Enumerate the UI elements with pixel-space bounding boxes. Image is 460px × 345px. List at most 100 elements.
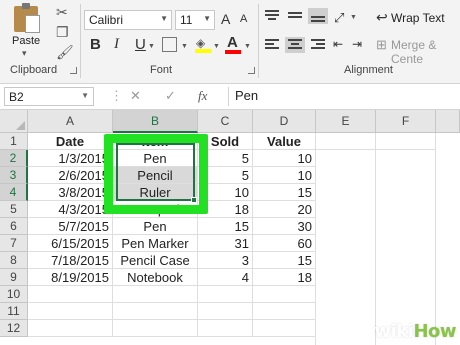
row-header-3[interactable]: 3 (0, 167, 28, 184)
cell-a1[interactable]: Date (28, 133, 113, 150)
row-header-10[interactable]: 10 (0, 286, 28, 303)
enter-icon[interactable]: ✓ (165, 88, 176, 104)
empty-cell[interactable] (198, 320, 253, 337)
font-size-select[interactable]: 11 ▼ (175, 10, 215, 30)
cell-e1[interactable] (316, 133, 376, 150)
cell-d3[interactable]: 10 (253, 167, 316, 184)
cell-d9[interactable]: 18 (253, 269, 316, 286)
align-center-icon[interactable] (285, 37, 305, 53)
cell-c6[interactable]: 15 (198, 218, 253, 235)
paste-button[interactable]: Paste (12, 35, 40, 47)
clipboard-launcher-icon[interactable] (70, 67, 77, 74)
row-header-4[interactable]: 4 (0, 184, 28, 201)
cell-b7[interactable]: Pen Marker (113, 235, 198, 252)
cell-d1[interactable]: Value (253, 133, 316, 150)
cell-a3[interactable]: 2/6/2015 (28, 167, 113, 184)
copy-icon[interactable]: ❐ (56, 24, 69, 41)
cell-d5[interactable]: 20 (253, 201, 316, 218)
cell-a4[interactable]: 3/8/2015 (28, 184, 113, 201)
column-header-g[interactable] (436, 110, 460, 133)
chevron-down-icon[interactable]: ▼ (244, 43, 251, 50)
cell-a5[interactable]: 4/3/2015 (28, 201, 113, 218)
chevron-down-icon[interactable]: ▼ (148, 43, 155, 50)
cut-icon[interactable]: ✂ (56, 4, 68, 21)
empty-cell[interactable] (198, 303, 253, 320)
row-header-8[interactable]: 8 (0, 252, 28, 269)
cell-b9[interactable]: Notebook (113, 269, 198, 286)
fill-color-icon[interactable]: ◈ (196, 36, 210, 50)
cell-a9[interactable]: 8/19/2015 (28, 269, 113, 286)
row-header-6[interactable]: 6 (0, 218, 28, 235)
format-painter-icon[interactable]: 🖌 (56, 44, 74, 61)
column-header-c[interactable]: C (198, 110, 253, 133)
chevron-down-icon[interactable]: ▼ (213, 43, 220, 50)
row-header-9[interactable]: 9 (0, 269, 28, 286)
orientation-icon[interactable]: ⤢ (334, 10, 344, 26)
font-launcher-icon[interactable] (248, 67, 255, 74)
column-header-b[interactable]: B (113, 110, 198, 133)
column-header-f[interactable]: F (376, 110, 436, 133)
cell-f1[interactable] (376, 133, 436, 150)
middle-align-icon[interactable] (285, 8, 305, 24)
underline-button[interactable]: U (135, 36, 146, 53)
cell-b8[interactable]: Pencil Case (113, 252, 198, 269)
cell-c9[interactable]: 4 (198, 269, 253, 286)
cell-d4[interactable]: 15 (253, 184, 316, 201)
cell-a7[interactable]: 6/15/2015 (28, 235, 113, 252)
cell-a2[interactable]: 1/3/2015 (28, 150, 113, 167)
font-name-select[interactable]: Calibri ▼ (84, 10, 172, 30)
cell-c7[interactable]: 31 (198, 235, 253, 252)
empty-cell[interactable] (253, 320, 316, 337)
borders-icon[interactable] (162, 37, 177, 52)
cancel-icon[interactable]: ✕ (130, 88, 141, 104)
paste-icon[interactable] (14, 3, 40, 33)
row-header-11[interactable]: 11 (0, 303, 28, 320)
row-header-12[interactable]: 12 (0, 320, 28, 337)
cell-a8[interactable]: 7/18/2015 (28, 252, 113, 269)
align-left-icon[interactable] (262, 37, 282, 53)
chevron-down-icon[interactable]: ▼ (181, 43, 188, 50)
row-header-1[interactable]: 1 (0, 133, 28, 150)
column-header-d[interactable]: D (253, 110, 316, 133)
cell-d6[interactable]: 30 (253, 218, 316, 235)
wrap-text-icon[interactable]: ↩ (376, 9, 388, 26)
empty-cell[interactable] (198, 286, 253, 303)
cell-a6[interactable]: 5/7/2015 (28, 218, 113, 235)
chevron-down-icon[interactable]: ▼ (350, 14, 357, 21)
empty-cell[interactable] (253, 303, 316, 320)
empty-cell[interactable] (28, 320, 113, 337)
name-box[interactable]: B2 ▼ (4, 87, 94, 106)
row-header-7[interactable]: 7 (0, 235, 28, 252)
cell-c8[interactable]: 3 (198, 252, 253, 269)
empty-cell[interactable] (113, 320, 198, 337)
paste-dropdown-icon[interactable]: ▾ (22, 48, 27, 59)
merge-center-button[interactable]: Merge & Cente (391, 38, 460, 66)
row-header-2[interactable]: 2 (0, 150, 28, 167)
column-header-e[interactable]: E (316, 110, 376, 133)
align-right-icon[interactable] (308, 37, 328, 53)
increase-indent-icon[interactable]: ⇥ (352, 37, 362, 51)
cell-d7[interactable]: 60 (253, 235, 316, 252)
grow-font-icon[interactable]: A (221, 11, 230, 27)
row-header-5[interactable]: 5 (0, 201, 28, 218)
top-align-icon[interactable] (262, 8, 282, 24)
empty-cell[interactable] (28, 286, 113, 303)
font-color-icon[interactable]: A (227, 34, 238, 51)
select-all-button[interactable] (0, 110, 28, 133)
empty-cell[interactable] (253, 286, 316, 303)
cell-b6[interactable]: Pen (113, 218, 198, 235)
empty-cell[interactable] (28, 303, 113, 320)
wrap-text-button[interactable]: Wrap Text (391, 11, 445, 25)
cell-d2[interactable]: 10 (253, 150, 316, 167)
bold-button[interactable]: B (90, 36, 101, 53)
merge-center-icon[interactable]: ⊞ (376, 37, 387, 53)
formula-input[interactable]: Pen (228, 87, 460, 106)
decrease-indent-icon[interactable]: ⇤ (333, 37, 343, 51)
more-icon[interactable]: ⋮ (110, 88, 123, 104)
italic-button[interactable]: I (114, 36, 119, 53)
insert-function-icon[interactable]: fx (198, 88, 207, 104)
shrink-font-icon[interactable]: A (240, 13, 247, 25)
empty-cell[interactable] (113, 303, 198, 320)
cell-d8[interactable]: 15 (253, 252, 316, 269)
bottom-align-icon[interactable] (308, 8, 328, 24)
